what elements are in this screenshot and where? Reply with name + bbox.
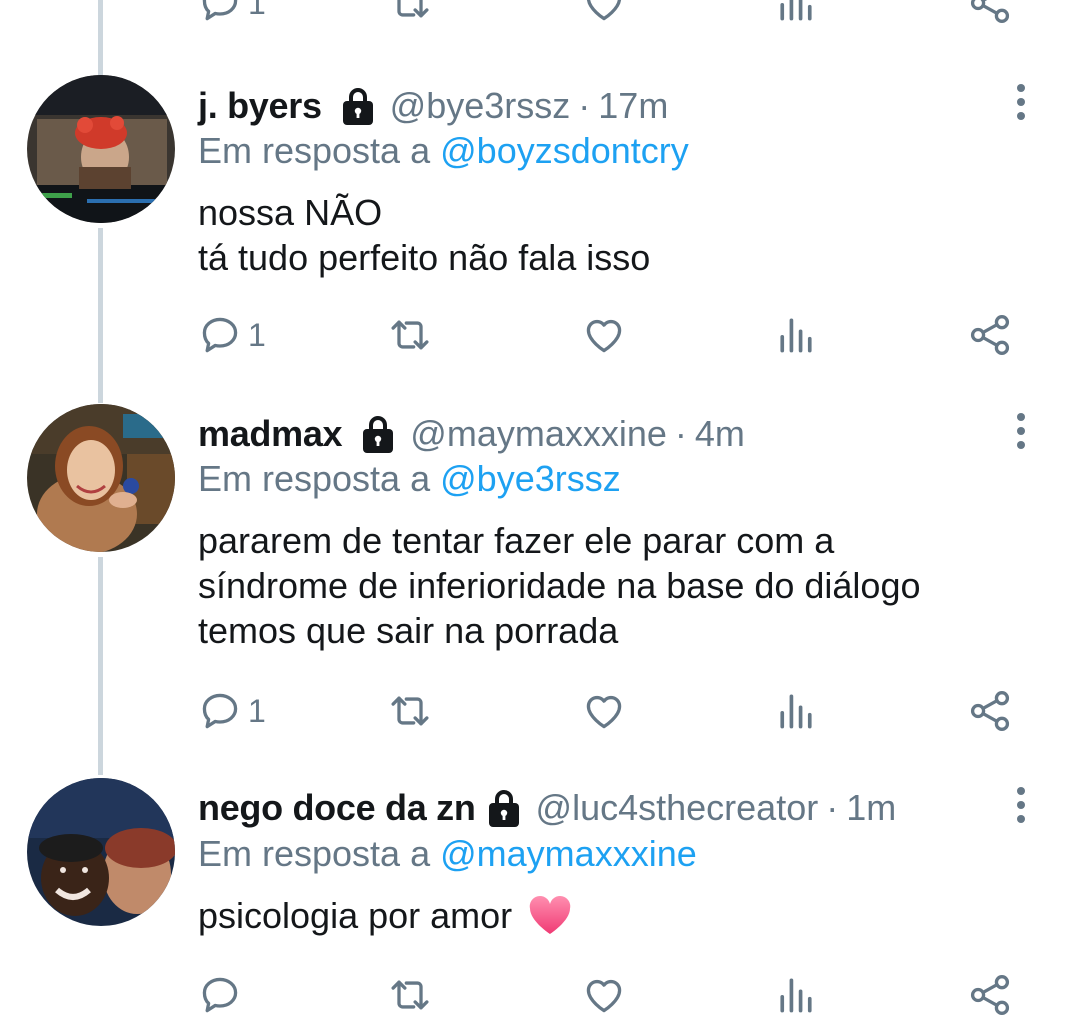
like-icon bbox=[586, 319, 622, 353]
tweet-header: madmax @maymaxxxine · 4m bbox=[198, 412, 745, 456]
tweet-text: pararem de tentar fazer ele parar com a … bbox=[198, 518, 921, 653]
timestamp[interactable]: 4m bbox=[695, 413, 745, 455]
like-button[interactable] bbox=[582, 686, 626, 736]
tweet-header: nego doce da zn @luc4sthecreator · 1m bbox=[198, 786, 896, 830]
share-button[interactable] bbox=[968, 310, 1012, 360]
share-icon bbox=[970, 315, 1010, 355]
timestamp[interactable]: 17m bbox=[598, 85, 668, 127]
like-icon bbox=[586, 979, 622, 1013]
reply-count: 1 bbox=[248, 316, 266, 353]
timestamp[interactable]: 1m bbox=[846, 787, 896, 829]
more-options-icon bbox=[1017, 84, 1025, 120]
tweet-text-content: psicologia por amor bbox=[198, 895, 513, 936]
retweet-icon bbox=[391, 696, 429, 726]
tweet-text-line: nossa NÃO bbox=[198, 192, 383, 233]
handle[interactable]: @maymaxxxine bbox=[410, 413, 667, 455]
handle[interactable]: @bye3rssz bbox=[390, 85, 571, 127]
like-icon bbox=[587, 0, 621, 21]
analytics-icon bbox=[780, 0, 812, 21]
tweet-actions: 1 bbox=[198, 686, 1018, 736]
share-icon bbox=[970, 691, 1010, 731]
tweet-text: nossa NÃO tá tudo perfeito não fala isso bbox=[198, 190, 650, 280]
reply-icon bbox=[202, 977, 238, 1013]
reply-icon bbox=[202, 693, 238, 729]
display-name[interactable]: j. byers bbox=[198, 85, 322, 127]
tweet-text-line: psicologia por amor bbox=[198, 893, 572, 938]
tweet-actions bbox=[198, 970, 1018, 1020]
like-button[interactable] bbox=[582, 0, 626, 28]
tweet-text: psicologia por amor bbox=[198, 893, 572, 938]
reply-button[interactable]: 1 bbox=[198, 310, 266, 360]
retweet-button[interactable] bbox=[388, 686, 432, 736]
lock-icon bbox=[360, 414, 396, 454]
reply-mention[interactable]: @bye3rssz bbox=[440, 458, 621, 499]
handle[interactable]: @luc4sthecreator bbox=[536, 787, 819, 829]
display-name[interactable]: nego doce da zn bbox=[198, 787, 476, 829]
reply-mention[interactable]: @maymaxxxine bbox=[440, 833, 697, 874]
separator: · bbox=[578, 85, 591, 126]
more-options-button[interactable] bbox=[1004, 783, 1038, 827]
more-options-icon bbox=[1017, 413, 1025, 449]
tweet-text-line: pararem de tentar fazer ele parar com a bbox=[198, 520, 835, 561]
analytics-button[interactable] bbox=[774, 686, 818, 736]
retweet-icon bbox=[391, 320, 429, 350]
avatar[interactable] bbox=[27, 75, 175, 223]
reply-prefix: Em resposta a bbox=[198, 130, 431, 171]
avatar[interactable] bbox=[27, 778, 175, 926]
reply-prefix: Em resposta a bbox=[198, 833, 431, 874]
thread-line bbox=[98, 557, 103, 775]
tweet-actions-previous: 1 bbox=[198, 0, 1018, 28]
analytics-button[interactable] bbox=[774, 970, 818, 1020]
avatar[interactable] bbox=[27, 404, 175, 552]
retweet-button[interactable] bbox=[388, 0, 432, 28]
reply-button[interactable] bbox=[198, 970, 248, 1020]
analytics-icon bbox=[780, 318, 812, 353]
more-options-button[interactable] bbox=[1004, 80, 1038, 124]
more-options-button[interactable] bbox=[1004, 409, 1038, 453]
separator: · bbox=[826, 787, 839, 828]
reply-context: Em resposta a @boyzsdontcry bbox=[198, 130, 689, 172]
share-button[interactable] bbox=[968, 970, 1012, 1020]
analytics-button[interactable] bbox=[774, 310, 818, 360]
reply-mention[interactable]: @boyzsdontcry bbox=[440, 130, 689, 171]
tweet-actions: 1 bbox=[198, 310, 1018, 360]
share-button[interactable] bbox=[968, 0, 1012, 28]
retweet-button[interactable] bbox=[388, 310, 432, 360]
retweet-icon bbox=[391, 980, 429, 1010]
share-icon bbox=[970, 975, 1010, 1015]
thread-line bbox=[98, 0, 103, 75]
reply-icon bbox=[202, 0, 238, 21]
thread-line bbox=[98, 228, 103, 403]
tweet-text-line: tá tudo perfeito não fala isso bbox=[198, 237, 651, 278]
retweet-button[interactable] bbox=[388, 970, 432, 1020]
reply-context: Em resposta a @maymaxxxine bbox=[198, 833, 697, 875]
like-button[interactable] bbox=[582, 970, 626, 1020]
display-name[interactable]: madmax bbox=[198, 413, 343, 455]
lock-icon bbox=[486, 788, 522, 828]
analytics-icon bbox=[780, 694, 812, 729]
retweet-icon bbox=[397, 0, 429, 18]
share-button[interactable] bbox=[968, 686, 1012, 736]
reply-prefix: Em resposta a bbox=[198, 458, 431, 499]
tweet-text-line: síndrome de inferioridade na base do diá… bbox=[198, 565, 921, 606]
heart-emoji bbox=[528, 896, 572, 936]
separator: · bbox=[674, 413, 687, 454]
analytics-button[interactable] bbox=[774, 0, 818, 28]
like-button[interactable] bbox=[582, 310, 626, 360]
lock-icon bbox=[340, 86, 376, 126]
tweet-text-line: temos que sair na porrada bbox=[198, 610, 619, 651]
more-options-icon bbox=[1017, 787, 1025, 823]
reply-count: 1 bbox=[248, 0, 266, 21]
reply-button[interactable]: 1 bbox=[198, 0, 266, 28]
tweet-header: j. byers @bye3rssz · 17m bbox=[198, 84, 668, 128]
reply-icon bbox=[202, 317, 238, 353]
reply-count: 1 bbox=[248, 692, 266, 729]
share-icon bbox=[970, 0, 1010, 23]
analytics-icon bbox=[780, 978, 812, 1013]
reply-context: Em resposta a @bye3rssz bbox=[198, 458, 621, 500]
like-icon bbox=[586, 695, 622, 729]
reply-button[interactable]: 1 bbox=[198, 686, 266, 736]
